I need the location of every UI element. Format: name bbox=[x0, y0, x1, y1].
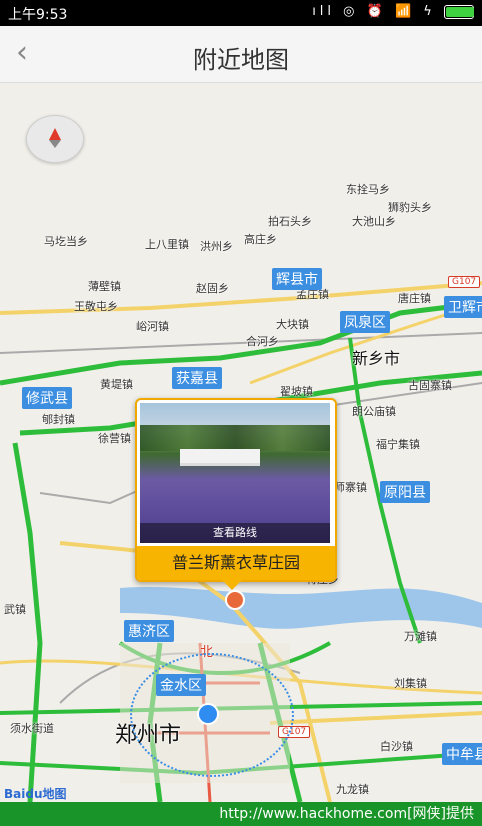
district-tag[interactable]: 卫辉市 bbox=[444, 296, 482, 318]
poi-marker-icon[interactable] bbox=[225, 590, 245, 610]
yellow-river bbox=[120, 586, 482, 629]
place-label: 朗公庙镇 bbox=[352, 405, 396, 418]
poi-popup[interactable]: 查看路线 普兰斯薰衣草庄园 bbox=[135, 398, 337, 582]
district-tag[interactable]: 修武县 bbox=[22, 387, 72, 409]
place-label: 高庄乡 bbox=[244, 233, 277, 246]
baidu-logo-bai: Bai bbox=[4, 787, 26, 801]
place-label: 洪州乡 bbox=[200, 240, 233, 253]
map-view[interactable]: 马圪当乡 上八里镇 洪州乡 高庄乡 拍石头乡 大池山乡 东拴马乡 狮豹头乡 薄壁… bbox=[0, 83, 482, 802]
district-tag[interactable]: 中牟县 bbox=[442, 743, 482, 765]
compass-north-needle bbox=[49, 128, 61, 140]
baidu-logo-map: 地图 bbox=[42, 787, 67, 801]
road-yellow bbox=[269, 711, 482, 725]
my-location-icon bbox=[197, 703, 219, 725]
place-label: 刘集镇 bbox=[394, 677, 427, 690]
place-label: 须水街道 bbox=[10, 722, 54, 735]
status-icons-text: ıll ◎ ⏰ 📶 ϟ bbox=[312, 4, 436, 19]
place-label: 九龙镇 bbox=[336, 783, 369, 796]
watermark-bar: http://www.hackhome.com[网侠]提供 bbox=[0, 802, 482, 826]
place-label: 古固寨镇 bbox=[408, 379, 452, 392]
place-label: 薄壁镇 bbox=[88, 280, 121, 293]
photo-shelter bbox=[180, 449, 260, 466]
status-icons: ıll ◎ ⏰ 📶 ϟ bbox=[312, 4, 474, 19]
baidu-logo-du: du bbox=[25, 787, 43, 801]
district-tag[interactable]: 获嘉县 bbox=[172, 367, 222, 389]
battery-icon bbox=[444, 4, 474, 19]
district-tag[interactable]: 原阳县 bbox=[380, 481, 430, 503]
place-label: 徐营镇 bbox=[98, 432, 131, 445]
status-bar: 上午9:53 ıll ◎ ⏰ 📶 ϟ bbox=[0, 0, 482, 26]
district-tag[interactable]: 凤泉区 bbox=[340, 311, 390, 333]
baidu-logo: Baidu地图 bbox=[4, 785, 67, 802]
page-title: 附近地图 bbox=[193, 46, 289, 74]
place-label: 黄堤镇 bbox=[100, 378, 133, 391]
place-label: 福宁集镇 bbox=[376, 438, 420, 451]
battery-fill bbox=[446, 6, 474, 17]
place-label: 东拴马乡 bbox=[346, 183, 390, 196]
place-label: 上八里镇 bbox=[145, 238, 189, 251]
place-label: 狮豹头乡 bbox=[388, 201, 432, 214]
place-label: 白沙镇 bbox=[380, 740, 413, 753]
place-label: 拍石头乡 bbox=[268, 215, 312, 228]
place-label: 王敬屯乡 bbox=[74, 300, 118, 313]
view-route-button[interactable]: 查看路线 bbox=[140, 523, 330, 543]
place-label: 马圪当乡 bbox=[44, 235, 88, 248]
road-shield: G107 bbox=[448, 276, 481, 288]
nav-header: ‹ 附近地图 bbox=[0, 26, 482, 83]
poi-photo: 查看路线 bbox=[140, 403, 330, 543]
place-label: 峪河镇 bbox=[136, 320, 169, 333]
popup-pointer bbox=[220, 578, 244, 590]
compass-south-needle bbox=[49, 140, 61, 148]
city-label-xinxiang: 新乡市 bbox=[352, 349, 401, 368]
expressway bbox=[12, 442, 43, 802]
poi-title[interactable]: 普兰斯薰衣草庄园 bbox=[137, 546, 335, 580]
place-label: 赵固乡 bbox=[196, 282, 229, 295]
photo-trees bbox=[140, 425, 330, 451]
place-label: 翟坡镇 bbox=[280, 385, 313, 398]
place-label: 大块镇 bbox=[276, 318, 309, 331]
district-tag[interactable]: 惠济区 bbox=[124, 620, 174, 642]
status-time: 上午9:53 bbox=[8, 7, 68, 23]
district-tag[interactable]: 辉县市 bbox=[272, 268, 322, 290]
place-label: 师寨镇 bbox=[334, 481, 367, 494]
place-label: 郇封镇 bbox=[42, 413, 75, 426]
place-label: 武镇 bbox=[4, 603, 26, 616]
railway bbox=[0, 332, 482, 354]
compass-icon[interactable] bbox=[26, 115, 84, 163]
place-label: 合河乡 bbox=[246, 335, 279, 348]
place-label: 大池山乡 bbox=[352, 215, 396, 228]
place-label: 唐庄镇 bbox=[398, 292, 431, 305]
place-label: 万滩镇 bbox=[404, 630, 437, 643]
